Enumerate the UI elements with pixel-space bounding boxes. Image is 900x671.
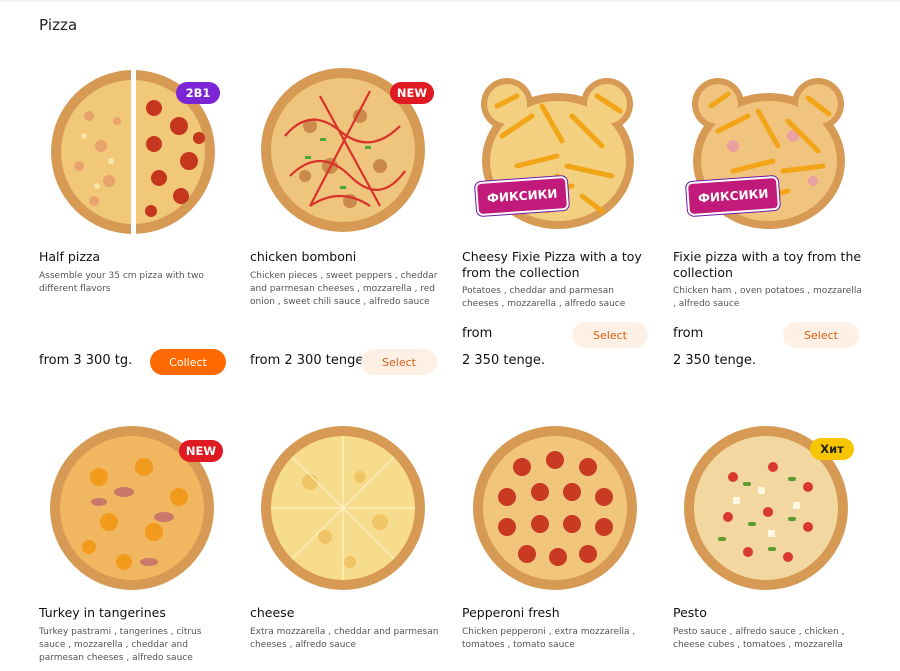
price-from-label: from xyxy=(673,326,704,341)
product-card-pesto[interactable]: Хит Pesto Pesto sauce , alfredo sauce , … xyxy=(673,422,869,671)
section-title: Pizza xyxy=(39,16,78,34)
top-divider xyxy=(0,0,900,2)
select-button[interactable]: Select xyxy=(361,349,437,375)
product-name[interactable]: Half pizza xyxy=(39,249,235,265)
product-card-half-pizza[interactable]: 2В1 Half pizza Assemble your 35 cm pizza… xyxy=(39,66,235,386)
pepperoni-pizza-illustration xyxy=(473,426,637,590)
product-name[interactable]: Fixie pizza with a toy from the collecti… xyxy=(673,249,869,280)
product-name[interactable]: chicken bomboni xyxy=(250,249,446,265)
badge-2b1: 2В1 xyxy=(176,82,220,104)
product-name[interactable]: Cheesy Fixie Pizza with a toy from the c… xyxy=(462,249,658,280)
product-card-chicken-bomboni[interactable]: NEW chicken bomboni Chicken pieces , swe… xyxy=(250,66,446,386)
collect-button[interactable]: Collect xyxy=(150,349,226,375)
product-description: Chicken pieces , sweet peppers , cheddar… xyxy=(250,271,438,307)
product-description: Potatoes , cheddar and parmesan cheeses … xyxy=(462,286,626,309)
select-button[interactable]: Select xyxy=(572,322,648,348)
product-description: Chicken ham , oven potatoes , mozzarella… xyxy=(673,286,862,309)
select-button[interactable]: Select xyxy=(783,322,859,348)
product-card-pepperoni-fresh[interactable]: Pepperoni fresh Chicken pepperoni , extr… xyxy=(462,422,658,671)
product-card-fixie[interactable]: ФИКСИКИ Fixie pizza with a toy from the … xyxy=(673,66,869,386)
product-description: Chicken pepperoni , extra mozzarella , t… xyxy=(462,627,636,650)
badge-new: NEW xyxy=(390,82,434,104)
product-description: Turkey pastrami , tangerines , citrus sa… xyxy=(39,627,202,663)
fixiki-logo: ФИКСИКИ xyxy=(685,175,781,217)
product-price: 2 350 tenge. xyxy=(673,353,757,368)
cheese-image[interactable] xyxy=(250,422,446,597)
product-name[interactable]: Pesto xyxy=(673,605,869,621)
product-description: Assemble your 35 cm pizza with two diffe… xyxy=(39,271,204,294)
product-price: 2 350 tenge. xyxy=(462,353,546,368)
product-description: Extra mozzarella , cheddar and parmesan … xyxy=(250,627,439,650)
product-card-turkey-tangerines[interactable]: NEW Turkey in tangerines Turkey pastrami… xyxy=(39,422,235,671)
pepperoni-fresh-image[interactable] xyxy=(462,422,658,597)
product-name[interactable]: Turkey in tangerines xyxy=(39,605,235,621)
fixiki-logo: ФИКСИКИ xyxy=(474,175,570,217)
cheese-pizza-illustration xyxy=(261,426,425,590)
product-price: from 3 300 tg. xyxy=(39,353,133,368)
product-card-cheese[interactable]: cheese Extra mozzarella , cheddar and pa… xyxy=(250,422,446,671)
badge-new: NEW xyxy=(179,440,223,462)
product-name[interactable]: cheese xyxy=(250,605,446,621)
badge-hit: Хит xyxy=(810,438,854,460)
product-name[interactable]: Pepperoni fresh xyxy=(462,605,658,621)
price-from-label: from xyxy=(462,326,493,341)
product-card-cheesy-fixie[interactable]: ФИКСИКИ Cheesy Fixie Pizza with a toy fr… xyxy=(462,66,658,386)
product-description: Pesto sauce , alfredo sauce , chicken , … xyxy=(673,627,845,650)
product-price: from 2 300 tenge xyxy=(250,353,364,368)
